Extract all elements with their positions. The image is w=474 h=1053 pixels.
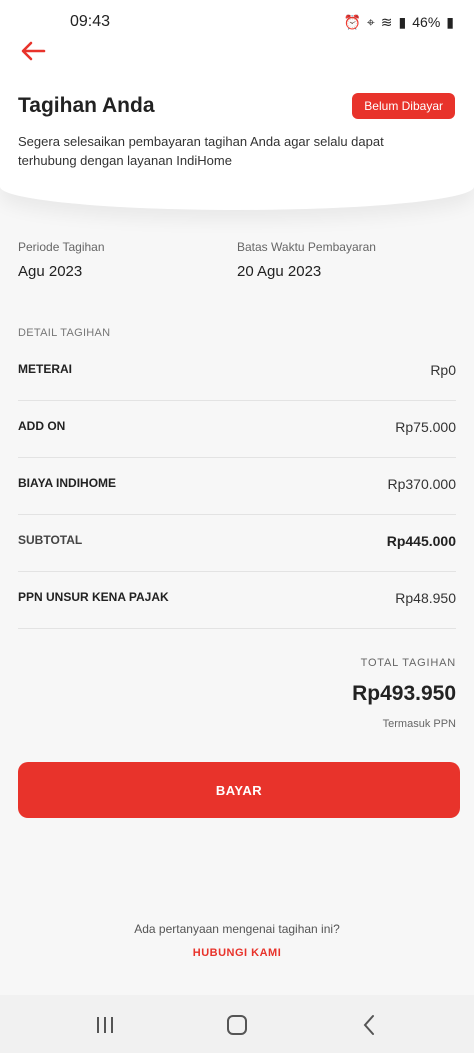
total-value: Rp493.950 [352, 682, 456, 705]
deadline-label: Batas Waktu Pembayaran [237, 240, 376, 254]
row-value: Rp370.000 [387, 476, 456, 492]
recent-apps-icon[interactable] [95, 1017, 115, 1033]
row-label: SUBTOTAL [18, 533, 83, 547]
row-label: BIAYA INDIHOME [18, 476, 117, 490]
total-note: Termasuk PPN [382, 718, 456, 730]
system-nav-bar [0, 995, 474, 1053]
wifi-icon: ≋ [380, 13, 393, 30]
row-value: Rp75.000 [395, 419, 456, 435]
location-icon: ⌖ [366, 13, 375, 30]
battery-icon: ▮ [446, 13, 454, 30]
period-value: Agu 2023 [18, 263, 83, 280]
status-icons: ⏰ ⌖ ≋ ▮ 46% ▮ [343, 14, 454, 31]
alarm-icon: ⏰ [343, 13, 361, 30]
detail-row-subtotal: SUBTOTAL Rp445.000 [18, 515, 456, 572]
page-title: Tagihan Anda [18, 94, 155, 117]
status-time: 09:43 [70, 13, 111, 30]
row-value: Rp0 [430, 362, 456, 378]
detail-row-meterai: METERAI Rp0 [18, 344, 456, 401]
question-text: Ada pertanyaan mengenai tagihan ini? [134, 922, 340, 936]
home-icon[interactable] [227, 1015, 247, 1035]
battery-text: 46% [412, 14, 441, 30]
detail-row-ppn: PPN UNSUR KENA PAJAK Rp48.950 [18, 572, 456, 629]
detail-row-biaya-indihome: BIAYA INDIHOME Rp370.000 [18, 458, 456, 515]
total-label: TOTAL TAGIHAN [360, 657, 456, 669]
pay-button[interactable]: BAYAR [18, 762, 460, 818]
row-label: METERAI [18, 362, 72, 376]
row-label: PPN UNSUR KENA PAJAK [18, 590, 169, 604]
nav-back-icon[interactable] [362, 1014, 376, 1036]
period-label: Periode Tagihan [18, 240, 105, 254]
contact-link[interactable]: HUBUNGI KAMI [0, 947, 474, 959]
row-value: Rp48.950 [395, 590, 456, 606]
signal-icon: ▮ [398, 13, 407, 30]
back-arrow-icon[interactable] [18, 38, 48, 64]
row-label: ADD ON [18, 419, 66, 433]
detail-section-label: DETAIL TAGIHAN [18, 327, 111, 339]
status-bar: 09:43 ⏰ ⌖ ≋ ▮ 46% ▮ [0, 0, 474, 44]
deadline-value: 20 Agu 2023 [237, 263, 322, 280]
detail-row-add-on: ADD ON Rp75.000 [18, 401, 456, 458]
row-value: Rp445.000 [386, 533, 456, 549]
page-subtitle: Segera selesaikan pembayaran tagihan And… [18, 134, 384, 168]
status-badge: Belum Dibayar [352, 93, 455, 119]
